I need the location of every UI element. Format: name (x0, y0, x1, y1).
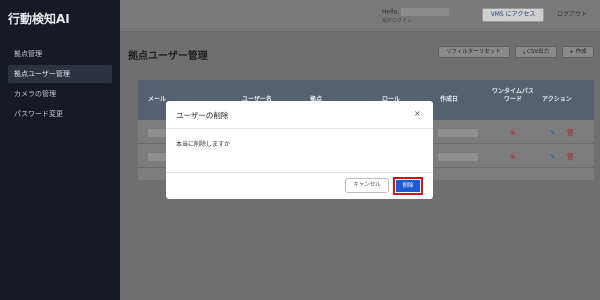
redacted-username (401, 8, 450, 16)
create-button[interactable]: + 作成 (562, 46, 594, 58)
greeting-text: Hello, (382, 8, 400, 16)
reset-otp-icon[interactable]: ⊗ (510, 153, 516, 161)
edit-icon[interactable]: ✎ (550, 153, 556, 161)
filter-reset-button[interactable]: ▽フィルターリセット (438, 46, 510, 58)
page-title: 拠点ユーザー管理 (128, 51, 208, 62)
dialog-title: ユーザーの削除 (176, 111, 229, 120)
column-header-actions: アクション (542, 96, 572, 103)
reset-otp-icon[interactable]: ⊗ (510, 129, 516, 137)
trash-icon[interactable]: 🗑 (566, 129, 575, 137)
sidebar-item-cameras[interactable]: カメラの管理 (8, 85, 112, 103)
column-header-created[interactable]: 作成日 (440, 96, 458, 104)
edit-icon[interactable]: ✎ (550, 129, 556, 137)
last-login-label: 最終ログイン (382, 17, 413, 24)
column-header-otp: ワンタイムパスワード (492, 88, 534, 103)
close-icon[interactable]: × (414, 109, 421, 119)
sidebar-item-password[interactable]: パスワード変更 (8, 105, 112, 123)
user-greeting: Hello, 最終ログイン (382, 8, 450, 25)
sidebar-nav: 拠点管理 拠点ユーザー管理 カメラの管理 パスワード変更 (0, 45, 120, 125)
dialog-header: ユーザーの削除 × (166, 101, 433, 129)
csv-export-button[interactable]: ⤓ CSV出力 (515, 46, 557, 58)
sidebar-item-sites[interactable]: 拠点管理 (8, 45, 112, 63)
cancel-button[interactable]: キャンセル (345, 178, 389, 193)
topbar: Hello, 最終ログイン VMS にアクセス ログアウト (120, 0, 600, 32)
delete-button-label: 削除 (396, 180, 420, 192)
dialog-message: 本当に削除しますか (176, 141, 231, 148)
delete-user-dialog: ユーザーの削除 × 本当に削除しますか キャンセル 削除 (166, 101, 433, 199)
vms-access-button[interactable]: VMS にアクセス (482, 8, 544, 22)
dialog-footer: キャンセル 削除 (166, 172, 433, 199)
trash-icon[interactable]: 🗑 (566, 153, 575, 161)
app-brand: 行動検知AI (8, 12, 70, 26)
delete-button[interactable]: 削除 (393, 177, 423, 195)
column-header-email[interactable]: メール (148, 96, 166, 104)
redacted-cell (438, 129, 478, 137)
redacted-cell (438, 153, 478, 161)
logout-button[interactable]: ログアウト (550, 8, 594, 22)
sidebar-item-site-users[interactable]: 拠点ユーザー管理 (8, 65, 112, 83)
sidebar: 行動検知AI 拠点管理 拠点ユーザー管理 カメラの管理 パスワード変更 (0, 0, 120, 300)
